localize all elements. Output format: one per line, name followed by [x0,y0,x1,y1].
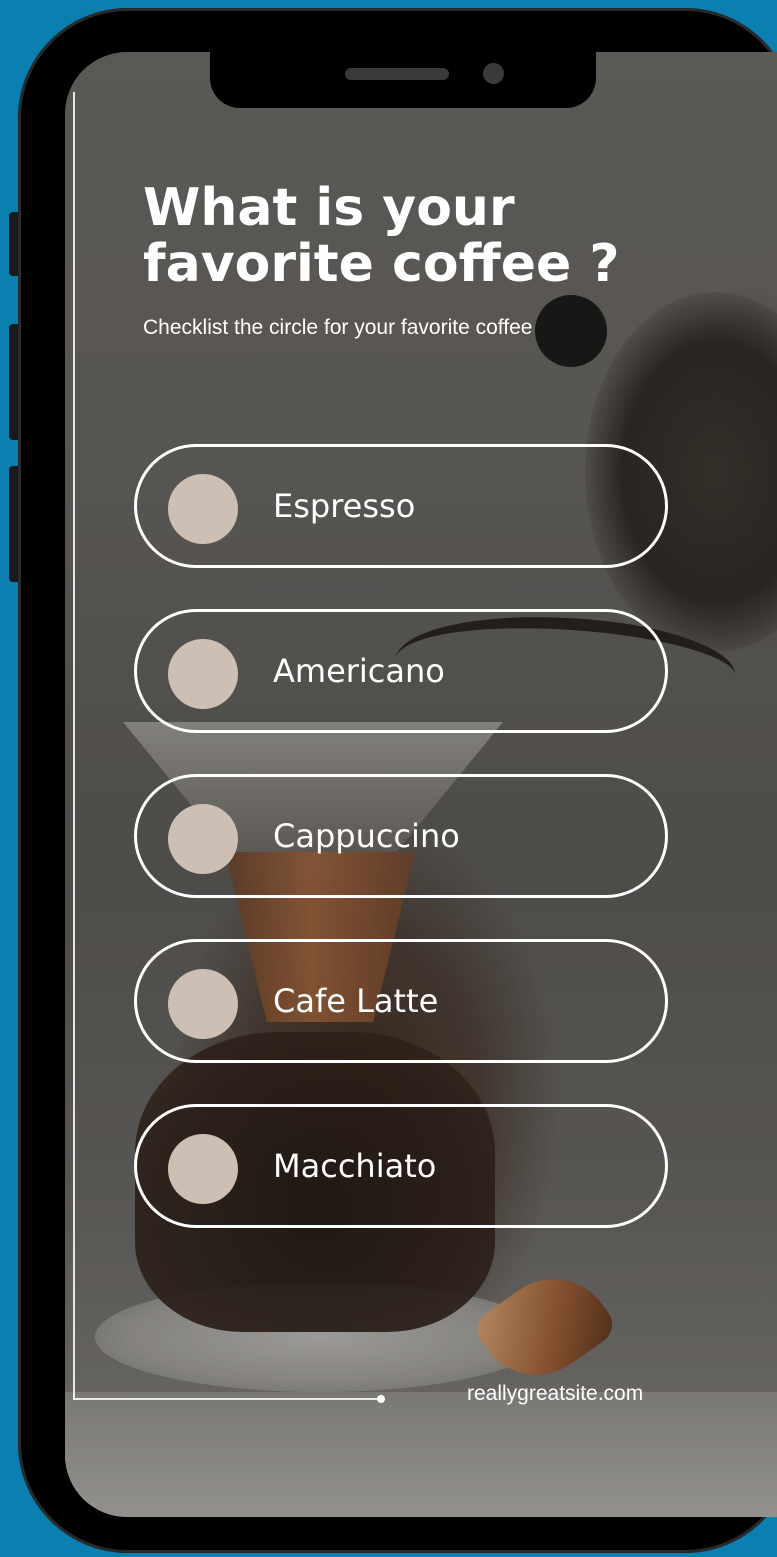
option-macchiato[interactable]: Macchiato [134,1104,668,1228]
option-cappuccino[interactable]: Cappuccino [134,774,668,898]
radio-circle[interactable] [168,474,238,544]
title-line-2: favorite coffee ? [143,234,620,294]
option-label: Cappuccino [273,817,460,855]
decorative-horizontal-line [73,1398,381,1400]
option-label: Americano [273,652,445,690]
option-label: Macchiato [273,1147,437,1185]
radio-circle[interactable] [168,804,238,874]
camera-icon [483,63,504,84]
option-label: Cafe Latte [273,982,439,1020]
radio-circle[interactable] [168,639,238,709]
option-cafe-latte[interactable]: Cafe Latte [134,939,668,1063]
decorative-dot [377,1395,385,1403]
phone-notch [210,52,596,108]
phone-screen: What is your favorite coffee ? Checklist… [65,52,777,1517]
option-americano[interactable]: Americano [134,609,668,733]
survey-content: What is your favorite coffee ? Checklist… [65,52,777,1517]
option-espresso[interactable]: Espresso [134,444,668,568]
page-subtitle: Checklist the circle for your favorite c… [143,316,533,339]
page-title: What is your favorite coffee ? [143,180,743,292]
radio-circle[interactable] [168,969,238,1039]
speaker-grille [345,68,449,80]
title-line-1: What is your [143,178,515,238]
decorative-vertical-line [73,92,75,1399]
footer-website-link[interactable]: reallygreatsite.com [467,1382,643,1406]
radio-circle[interactable] [168,1134,238,1204]
option-label: Espresso [273,487,416,525]
